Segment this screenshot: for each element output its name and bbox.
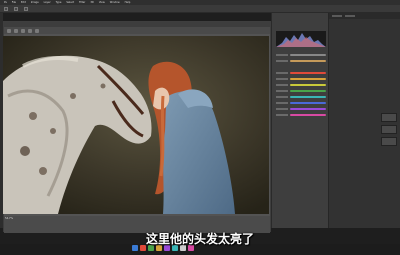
adjustments-panel [271,13,328,228]
layer-thumbnail-icon[interactable] [381,113,397,122]
slider-row[interactable] [276,59,326,63]
photo-preview[interactable] [3,36,269,214]
slider-row[interactable] [276,95,326,99]
layers-tabs [329,13,400,19]
photo-illustration [3,36,269,214]
slider-row[interactable] [276,101,326,105]
crop-tool-icon[interactable] [28,28,32,33]
zoom-level[interactable]: 54.7% [5,217,13,220]
tab-channels[interactable] [345,15,355,17]
options-bar [0,5,400,13]
dialog-toolbar [4,27,270,34]
slider-row[interactable] [276,53,326,57]
layers-panel [328,13,400,228]
tool-icon[interactable] [14,6,18,11]
video-subtitle: 这里他的头发太亮了 [145,232,254,246]
zoom-tool-icon[interactable] [7,28,11,33]
layer-thumbnail-icon[interactable] [381,125,397,134]
tab-layers[interactable] [332,15,342,17]
dialog-footer: 54.7% [4,216,270,233]
tool-icon[interactable] [4,6,8,11]
tool-icon[interactable] [24,6,28,11]
slider-row[interactable] [276,77,326,81]
slider-row[interactable] [276,71,326,75]
layer-thumbnail-icon[interactable] [381,137,397,146]
slider-row[interactable] [276,89,326,93]
slider-row[interactable] [276,113,326,117]
slider-row[interactable] [276,107,326,111]
white-balance-icon[interactable] [21,28,25,33]
hand-tool-icon[interactable] [14,28,18,33]
brush-tool-icon[interactable] [35,28,39,33]
histogram-icon [276,31,326,47]
slider-row[interactable] [276,83,326,87]
